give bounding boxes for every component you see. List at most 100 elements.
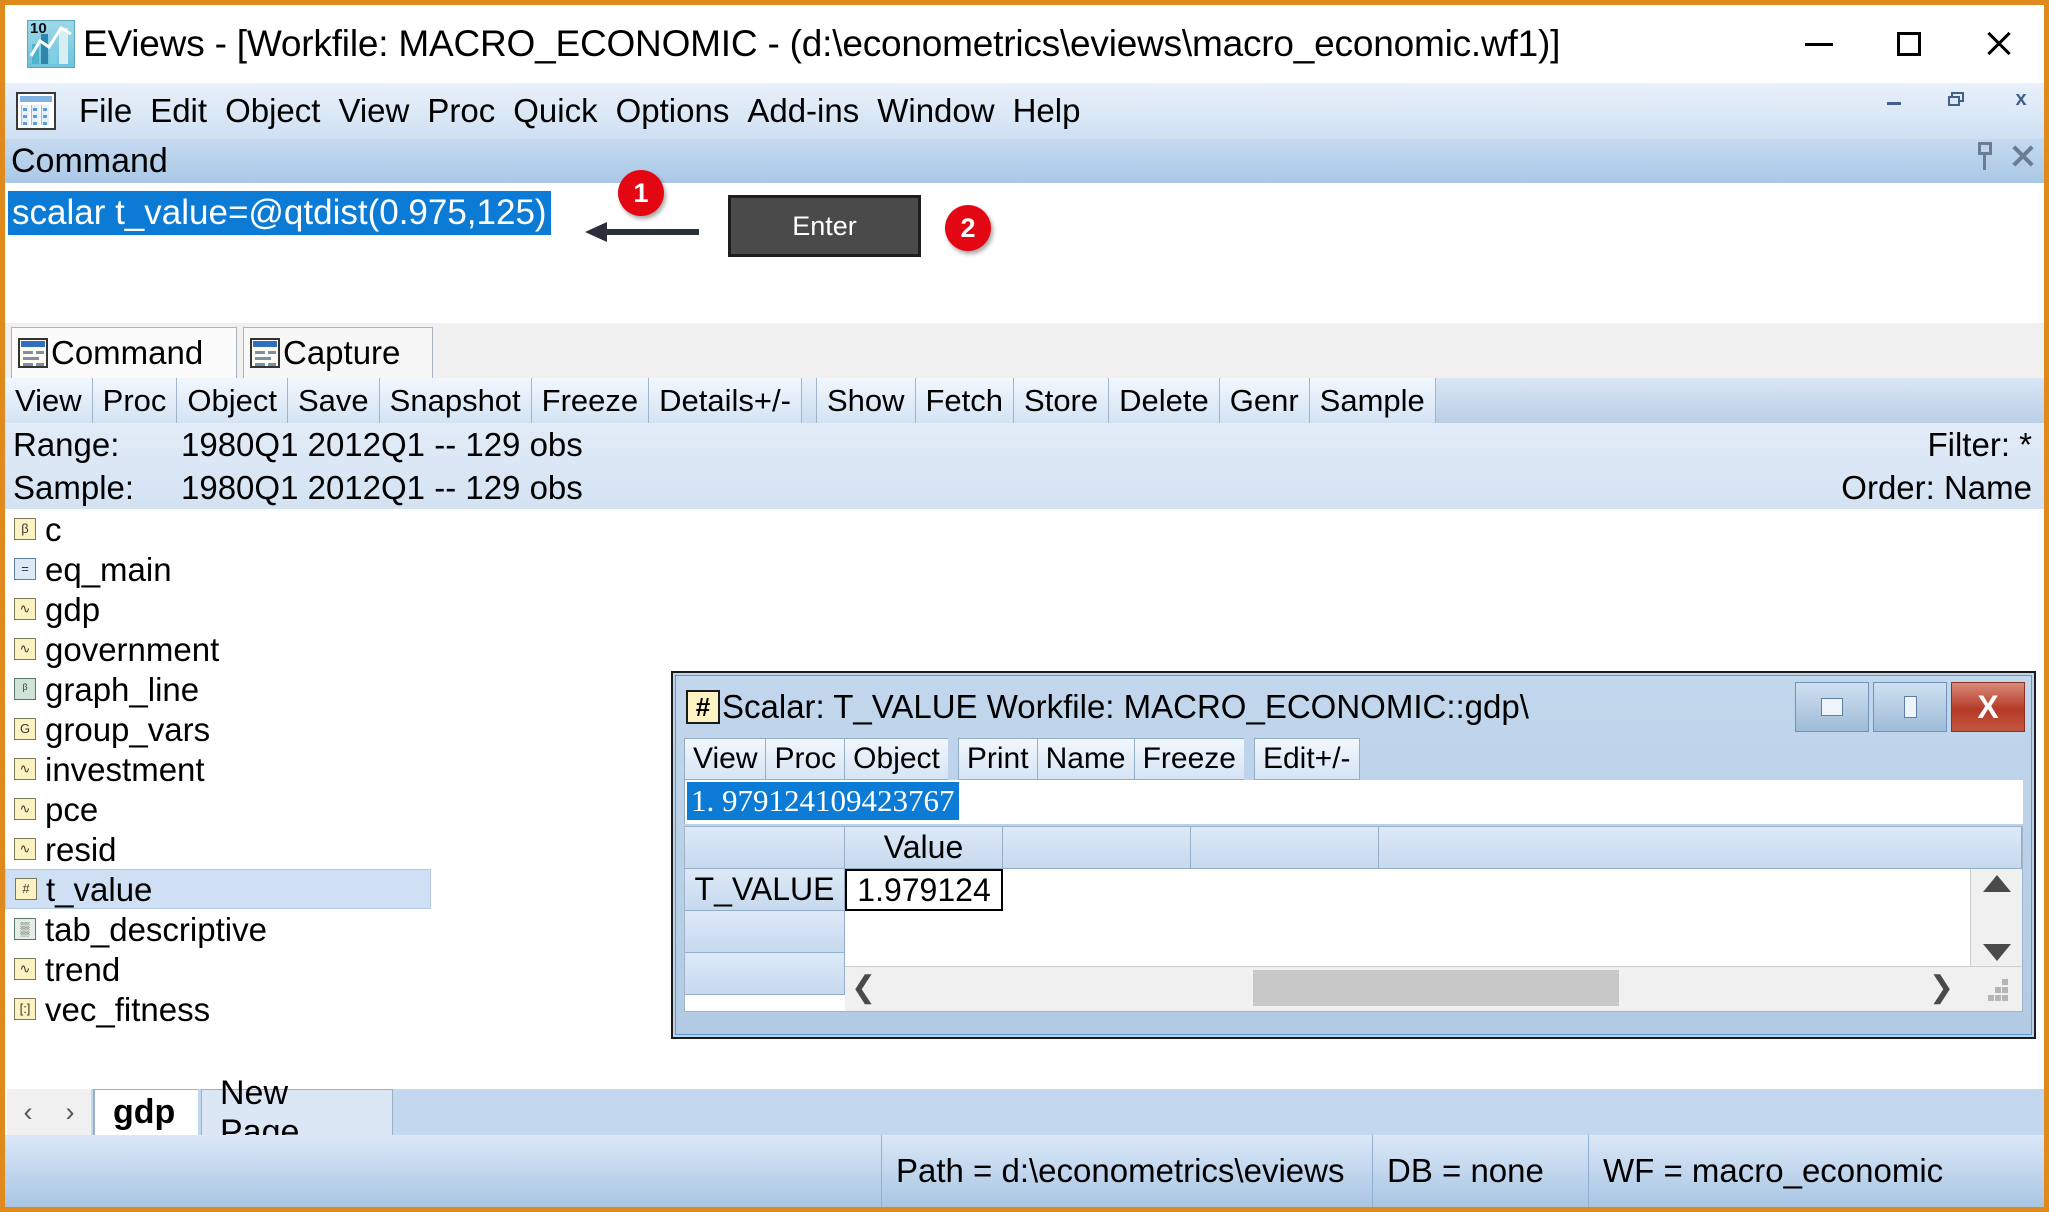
chevron-up-icon[interactable]: [1983, 875, 2011, 892]
page-tab-gdp[interactable]: gdp: [93, 1089, 198, 1135]
table-row[interactable]: T_VALUE 1.979124: [685, 869, 2022, 911]
object-name: resid: [45, 833, 117, 866]
scalar-toolbar-name[interactable]: Name: [1037, 738, 1134, 780]
command-input-area[interactable]: scalar t_value=@qtdist(0.975,125): [5, 183, 2044, 324]
scrollbar-thumb[interactable]: [1253, 970, 1619, 1006]
list-item[interactable]: ∿ gdp: [5, 589, 431, 629]
toolbar-view[interactable]: View: [5, 378, 93, 423]
menu-file[interactable]: File: [70, 92, 141, 130]
menu-quick[interactable]: Quick: [504, 92, 606, 130]
enter-button[interactable]: Enter: [728, 195, 921, 257]
maximize-button[interactable]: [1864, 5, 1954, 83]
scalar-toolbar-proc[interactable]: Proc: [765, 738, 844, 780]
minimize-button[interactable]: [1774, 5, 1864, 83]
page-nav-arrows[interactable]: ‹ ›: [7, 1089, 91, 1135]
scalar-minimize-button[interactable]: [1795, 682, 1869, 732]
scalar-restore-button[interactable]: [1873, 682, 1947, 732]
scalar-icon: #: [15, 878, 37, 900]
mdi-close-icon[interactable]: x: [2008, 89, 2034, 109]
scalar-window[interactable]: # Scalar: T_VALUE Workfile: MACRO_ECONOM…: [671, 671, 2036, 1039]
list-item[interactable]: = eq_main: [5, 549, 431, 589]
tab-command[interactable]: Command: [11, 327, 237, 378]
table-row[interactable]: [685, 911, 2022, 953]
grid-cell-value[interactable]: [845, 911, 1003, 953]
sample-label: Sample:: [13, 469, 181, 507]
toolbar-details[interactable]: Details+/-: [649, 378, 802, 423]
grid-header-corner: [685, 827, 845, 869]
sample-value: 1980Q1 2012Q1 -- 129 obs: [181, 469, 583, 507]
object-name: government: [45, 633, 219, 666]
toolbar-save[interactable]: Save: [288, 378, 380, 423]
object-name: tab_descriptive: [45, 913, 267, 946]
toolbar-store[interactable]: Store: [1014, 378, 1109, 423]
scroll-left-icon[interactable]: ❮: [851, 971, 876, 1005]
scalar-toolbar-freeze[interactable]: Freeze: [1134, 738, 1244, 780]
toolbar-freeze[interactable]: Freeze: [532, 378, 649, 423]
resize-grip-icon[interactable]: [1988, 979, 2010, 1001]
object-name: c: [45, 513, 62, 546]
list-item-t-value[interactable]: # t_value: [5, 869, 431, 909]
menu-add-ins[interactable]: Add-ins: [738, 92, 868, 130]
grid-row-header: [685, 953, 845, 995]
grid-cell-value[interactable]: 1.979124: [845, 869, 1003, 911]
toolbar-fetch[interactable]: Fetch: [916, 378, 1015, 423]
list-item[interactable]: ᵝ graph_line: [5, 669, 431, 709]
list-item[interactable]: ∿ trend: [5, 949, 431, 989]
scalar-toolbar-view[interactable]: View: [684, 738, 765, 780]
chevron-down-icon[interactable]: [1983, 944, 2011, 961]
command-tab-icon: [18, 338, 48, 368]
filter-value: Filter: *: [1927, 426, 2032, 464]
eviews-application-window: 10 EViews - [Workfile: MACRO_ECONOMIC - …: [0, 0, 2049, 1212]
toolbar-sample[interactable]: Sample: [1310, 378, 1436, 423]
list-item[interactable]: G group_vars: [5, 709, 431, 749]
graph-icon: ᵝ: [14, 678, 36, 700]
page-tab-bar: ‹ › gdp New Page: [5, 1081, 2044, 1135]
page-tab-new-page[interactable]: New Page: [201, 1089, 393, 1135]
scalar-edit-value[interactable]: 1. 979124109423767: [687, 782, 959, 820]
scalar-toolbar-print[interactable]: Print: [958, 738, 1037, 780]
vertical-scrollbar[interactable]: [1970, 869, 2022, 967]
list-item[interactable]: ∿ government: [5, 629, 431, 669]
scalar-title-bar[interactable]: # Scalar: T_VALUE Workfile: MACRO_ECONOM…: [676, 676, 2031, 738]
scalar-toolbar: View Proc Object Print Name Freeze Edit+…: [684, 738, 2023, 780]
toolbar-object[interactable]: Object: [177, 378, 288, 423]
menu-view[interactable]: View: [329, 92, 418, 130]
list-item[interactable]: [:] vec_fitness: [5, 989, 431, 1029]
toolbar-snapshot[interactable]: Snapshot: [380, 378, 532, 423]
toolbar-proc[interactable]: Proc: [93, 378, 178, 423]
list-item[interactable]: ∿ investment: [5, 749, 431, 789]
list-item[interactable]: ∿ pce: [5, 789, 431, 829]
page-next-icon[interactable]: ›: [66, 1097, 75, 1128]
menu-options[interactable]: Options: [607, 92, 739, 130]
scalar-toolbar-object[interactable]: Object: [844, 738, 948, 780]
scalar-grid[interactable]: Value T_VALUE 1.979124: [684, 826, 2023, 1012]
scalar-close-button[interactable]: X: [1951, 682, 2025, 732]
menu-help[interactable]: Help: [1004, 92, 1090, 130]
menu-object[interactable]: Object: [216, 92, 329, 130]
menu-window[interactable]: Window: [868, 92, 1003, 130]
pin-icon[interactable]: [1974, 141, 1996, 171]
command-input[interactable]: scalar t_value=@qtdist(0.975,125): [8, 191, 551, 235]
close-icon[interactable]: [2010, 143, 2036, 169]
list-item[interactable]: ∿ resid: [5, 829, 431, 869]
page-prev-icon[interactable]: ‹: [24, 1097, 33, 1128]
callout-1: 1: [618, 170, 664, 216]
tab-capture[interactable]: Capture: [243, 327, 433, 378]
menu-proc[interactable]: Proc: [418, 92, 504, 130]
mdi-restore-icon[interactable]: [1946, 89, 1968, 109]
toolbar-delete[interactable]: Delete: [1109, 378, 1220, 423]
scroll-right-icon[interactable]: ❯: [1929, 971, 1954, 1005]
eviews-logo-icon: 10: [27, 20, 75, 68]
toolbar-show[interactable]: Show: [817, 378, 916, 423]
series-icon: ∿: [14, 838, 36, 860]
mdi-minimize-icon[interactable]: [1884, 89, 1906, 109]
horizontal-scrollbar[interactable]: ❮ ❯: [845, 966, 2022, 1011]
menu-edit[interactable]: Edit: [141, 92, 216, 130]
list-item[interactable]: β c: [5, 509, 431, 549]
close-button[interactable]: [1954, 5, 2044, 83]
scalar-edit-bar[interactable]: 1. 979124109423767: [684, 780, 2023, 824]
title-bar: 10 EViews - [Workfile: MACRO_ECONOMIC - …: [5, 5, 2044, 83]
toolbar-genr[interactable]: Genr: [1220, 378, 1310, 423]
scalar-toolbar-edit[interactable]: Edit+/-: [1254, 738, 1360, 780]
list-item[interactable]: ▒ tab_descriptive: [5, 909, 431, 949]
